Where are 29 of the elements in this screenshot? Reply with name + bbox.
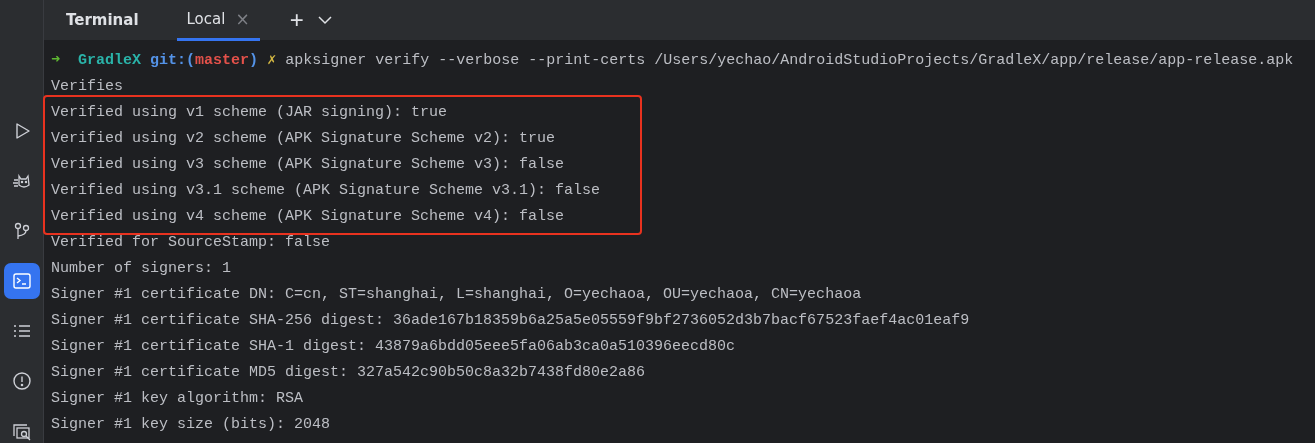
output-line: Signer #1 certificate SHA-256 digest: 36ade167b18359b6a25a5e05559f9bf2736052d3b7bacf67523faef4ac01eaf9 [51, 312, 970, 329]
output-line: Signer #1 certificate MD5 digest: 327a542c90b50c8a32b7438fd80e2a86 [51, 364, 646, 381]
terminal-tab[interactable]: Local × [176, 0, 260, 41]
output-line: Verified using v2 scheme (APK Signature Scheme v2): true [51, 130, 556, 147]
dirty-mark: ✗ [267, 52, 277, 69]
output-line: Verified using v4 scheme (APK Signature Scheme v4): false [51, 208, 565, 225]
tool-window-title: Terminal [66, 11, 139, 29]
output-line: Signer #1 certificate DN: C=cn, ST=shanghai, L=shanghai, O=yechaoa, OU=yechaoa, CN=yechaoa [51, 286, 862, 303]
command-text: apksigner verify --verbose --print-certs /Users/yechao/AndroidStudioProjects/GradleX/app/release/app-release.apk [285, 52, 1294, 69]
output-line: Verified using v1 scheme (JAR signing): true [51, 104, 448, 121]
output-line: Signer #1 key size (bits): 2048 [51, 416, 331, 433]
terminal-icon [10, 270, 33, 292]
warning-icon [10, 370, 33, 392]
git-prefix: git:( [150, 52, 196, 69]
output-line: Number of signers: 1 [51, 260, 232, 277]
new-tab-button[interactable]: + [285, 6, 308, 34]
prompt-arrow: ➜ [51, 52, 61, 69]
output-line: Signer #1 key algorithm: RSA [51, 390, 304, 407]
close-tab-icon[interactable]: × [235, 9, 250, 29]
output-line: Verified for SourceStamp: false [51, 234, 331, 251]
chevron-down-icon[interactable] [317, 15, 332, 25]
sidebar-button[interactable] [3, 263, 40, 299]
output-line: Verified using v3.1 scheme (APK Signature Scheme v3.1): false [51, 182, 601, 199]
git-branch: master [195, 52, 250, 69]
output-line: Verifies [51, 78, 123, 95]
git-suffix: ) [249, 52, 259, 69]
prompt-directory: GradleX [78, 52, 142, 69]
output-line: Verified using v3 scheme (APK Signature Scheme v3): false [51, 156, 565, 173]
output-line: Signer #1 certificate SHA-1 digest: 43879a6bdd05eee5fa06ab3ca0a510396eecd80c [51, 338, 736, 355]
